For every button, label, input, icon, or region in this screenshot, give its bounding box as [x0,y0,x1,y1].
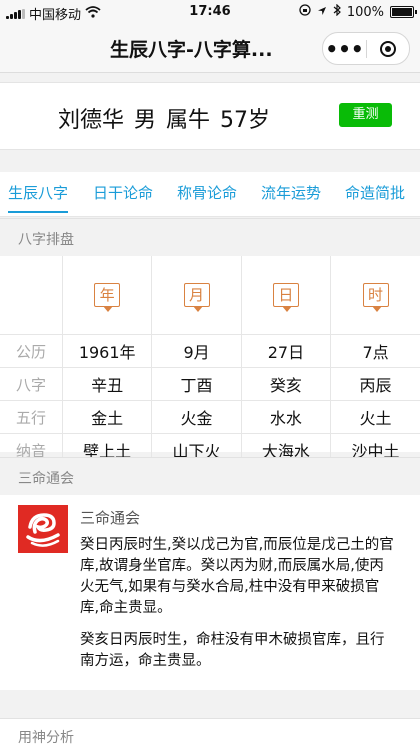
table-cell: 辛丑 [61,367,153,401]
battery-icon [390,6,417,18]
more-button[interactable]: ••• [323,35,366,63]
table-cell: 27日 [240,334,332,368]
profile-card: 刘德华 男 属牛 57岁 重测 [0,82,420,150]
row-label: 公历 [0,334,63,368]
location-icon [317,5,327,20]
nav-bar: 生辰八字-八字算... ••• [0,24,420,73]
bazi-section-header: 八字排盘 [0,218,420,258]
corner-cell [0,256,63,335]
menu-capsule: ••• [322,32,410,65]
row-label: 五行 [0,400,63,434]
tab-shengchen-bazi[interactable]: 生辰八字 [8,182,69,213]
bazi-table: 年 月 日 时 公历 1961年 9月 27日 7点 八字 辛丑 丁酉 癸亥 丙… [0,256,420,467]
profile-gender: 男 [134,108,157,133]
lock-rotation-icon [299,4,311,20]
tab-rigan-lunming[interactable]: 日干论命 [93,182,153,203]
year-tag: 年 [94,283,121,312]
tab-bar: 生辰八字 日干论命 称骨论命 流年运势 命造简批 [0,172,420,217]
sanming-paragraph-2: 癸亥日丙辰时生，命柱没有甲木破损官库，且行南方运，命主贵显。 [80,632,385,669]
table-cell: 9月 [151,334,242,368]
source-name: 三命通会 [80,509,141,527]
table-row: 八字 辛丑 丁酉 癸亥 丙辰 [0,367,420,401]
sanming-section-title: 三命通会 [18,471,74,487]
profile-age: 57岁 [220,108,271,133]
tab-chenggu-lunming[interactable]: 称骨论命 [177,182,237,203]
table-cell: 丙辰 [330,367,420,401]
hour-tag: 时 [362,283,389,312]
bluetooth-icon [333,3,341,20]
yongshen-section-title: 用神分析 [18,730,74,746]
month-tag: 月 [183,283,210,312]
sanming-section-header: 三命通会 [0,457,420,497]
bazi-section-title: 八字排盘 [18,232,74,248]
yongshen-section-header: 用神分析 [0,718,420,748]
close-icon [380,40,396,57]
header-day: 日 [240,256,332,335]
retest-button[interactable]: 重测 [339,103,392,127]
bazi-header-row: 年 月 日 时 [0,256,420,335]
table-cell: 水水 [240,400,332,434]
header-hour: 时 [330,256,420,335]
table-cell: 癸亥 [240,367,332,401]
table-cell: 火金 [151,400,242,434]
table-row: 五行 金土 火金 水水 火土 [0,400,420,434]
table-cell: 7点 [330,334,420,368]
table-cell: 丁酉 [151,367,242,401]
profile-zodiac: 属牛 [166,108,211,133]
status-bar: 中国移动 17:46 100% [0,0,420,24]
status-right: 100% [299,3,417,20]
table-row: 公历 1961年 9月 27日 7点 [0,334,420,368]
close-button[interactable] [367,40,409,57]
profile-name: 刘德华 [58,108,125,133]
tab-mingzao-jianpi[interactable]: 命造简批 [345,182,405,203]
book-logo-icon [18,505,68,553]
table-cell: 1961年 [61,334,153,368]
page-title: 生辰八字-八字算... [110,39,273,61]
tab-liunian-yunshi[interactable]: 流年运势 [261,182,321,203]
day-tag: 日 [272,283,299,312]
header-month: 月 [151,256,242,335]
table-cell: 火土 [330,400,420,434]
sanming-card: 三命通会 癸日丙辰时生,癸以戊己为官,而辰位是戊己土的官库,故谓身坐官库。癸以丙… [0,495,420,690]
header-year: 年 [61,256,153,335]
profile-summary: 刘德华 男 属牛 57岁 [58,102,270,134]
battery-percent: 100% [346,4,384,20]
sanming-paragraph-1: 癸日丙辰时生,癸以戊己为官,而辰位是戊己土的官库,故谓身坐官库。癸以丙为财,而辰… [80,537,394,616]
row-label: 八字 [0,367,63,401]
table-cell: 金土 [61,400,153,434]
